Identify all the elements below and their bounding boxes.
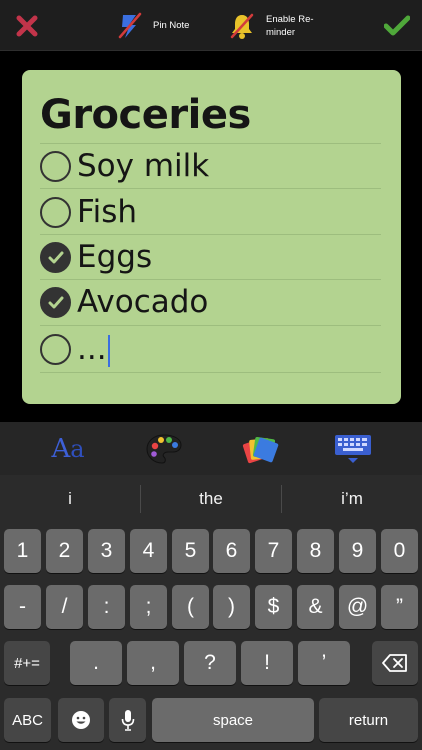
check-icon (48, 251, 63, 263)
item-text[interactable]: Soy milk (77, 148, 209, 184)
backspace-key[interactable] (372, 641, 418, 685)
item-text-editing[interactable]: ... (77, 331, 110, 367)
note-canvas: Groceries Soy milk Fish Eggs Avocado ... (0, 52, 422, 422)
keyboard: i the i’m 1 2 3 4 5 6 7 8 9 0 - / : ; ( … (0, 475, 422, 750)
checkbox[interactable] (40, 333, 71, 365)
key-0[interactable]: 0 (381, 529, 418, 573)
key-8[interactable]: 8 (297, 529, 334, 573)
font-style-icon: Aa (51, 433, 85, 464)
key-comma[interactable]: , (127, 641, 179, 685)
key-question[interactable]: ? (184, 641, 236, 685)
list-item[interactable]: Avocado (40, 282, 208, 322)
item-text[interactable]: Fish (77, 194, 137, 230)
close-icon (16, 15, 38, 36)
list-item[interactable]: Eggs (40, 237, 152, 277)
key-2[interactable]: 2 (46, 529, 83, 573)
key-exclamation[interactable]: ! (241, 641, 293, 685)
line-divider (40, 325, 381, 326)
bell-icon (230, 13, 254, 39)
suggestion-1[interactable]: i (0, 475, 140, 523)
key-at[interactable]: @ (339, 585, 376, 629)
keyboard-accessory-bar: Aa (0, 422, 422, 475)
pin-note-label: Pin Note (153, 20, 190, 31)
done-button[interactable] (380, 0, 414, 51)
microphone-icon (121, 710, 134, 731)
key-period[interactable]: . (70, 641, 122, 685)
note-toolbar: Pin Note Enable Re-minder (0, 0, 422, 51)
key-close-paren[interactable]: ) (213, 585, 250, 629)
line-divider (40, 234, 381, 235)
list-item[interactable]: Soy milk (40, 146, 209, 186)
checkmark-icon (384, 15, 410, 35)
line-divider (40, 143, 381, 144)
item-text[interactable]: Avocado (77, 284, 208, 320)
line-divider (40, 372, 381, 373)
palette-button[interactable] (140, 422, 188, 475)
item-text-value: ... (77, 331, 107, 367)
enable-reminder-label: Enable Re-minder (266, 13, 314, 38)
line-divider (40, 279, 381, 280)
list-item[interactable]: ... (40, 329, 110, 369)
checkbox[interactable] (40, 150, 71, 182)
dictation-key[interactable] (109, 698, 146, 742)
checkbox-checked[interactable] (40, 286, 71, 318)
key-slash[interactable]: / (46, 585, 83, 629)
emoji-key[interactable] (58, 698, 104, 742)
key-ampersand[interactable]: & (297, 585, 334, 629)
check-icon (48, 296, 63, 308)
font-style-button[interactable]: Aa (40, 422, 96, 475)
text-caret (107, 334, 110, 367)
return-key[interactable]: return (319, 698, 418, 742)
key-7[interactable]: 7 (255, 529, 292, 573)
note-color-button[interactable] (236, 422, 284, 475)
emoji-icon (72, 711, 90, 729)
key-dollar[interactable]: $ (255, 585, 292, 629)
enable-reminder-button[interactable]: Enable Re-minder (230, 0, 318, 51)
item-text[interactable]: Eggs (77, 239, 152, 275)
key-3[interactable]: 3 (88, 529, 125, 573)
key-hyphen[interactable]: - (4, 585, 41, 629)
backspace-icon (382, 654, 407, 672)
palette-icon (146, 433, 182, 464)
close-button[interactable] (12, 0, 42, 51)
checkbox-checked[interactable] (40, 241, 71, 273)
key-4[interactable]: 4 (130, 529, 167, 573)
note-color-icon (242, 436, 279, 463)
list-item[interactable]: Fish (40, 192, 137, 232)
suggestion-3[interactable]: i’m (282, 475, 422, 523)
keyboard-hide-icon (335, 434, 371, 463)
symbols-key[interactable]: #+= (4, 641, 50, 685)
key-6[interactable]: 6 (213, 529, 250, 573)
pin-note-button[interactable]: Pin Note (117, 0, 189, 51)
line-divider (40, 188, 381, 189)
pin-icon (118, 12, 142, 38)
key-open-paren[interactable]: ( (172, 585, 209, 629)
key-quote[interactable]: ” (381, 585, 418, 629)
note-card[interactable]: Groceries Soy milk Fish Eggs Avocado ... (22, 70, 401, 404)
note-title[interactable]: Groceries (40, 92, 251, 138)
key-5[interactable]: 5 (172, 529, 209, 573)
checkbox[interactable] (40, 196, 71, 228)
hide-keyboard-button[interactable] (330, 422, 376, 475)
key-apostrophe[interactable]: ’ (298, 641, 350, 685)
key-9[interactable]: 9 (339, 529, 376, 573)
key-1[interactable]: 1 (4, 529, 41, 573)
suggestion-2[interactable]: the (141, 475, 281, 523)
key-semicolon[interactable]: ; (130, 585, 167, 629)
abc-key[interactable]: ABC (4, 698, 51, 742)
suggestion-bar: i the i’m (0, 475, 422, 523)
space-key[interactable]: space (152, 698, 314, 742)
key-colon[interactable]: : (88, 585, 125, 629)
